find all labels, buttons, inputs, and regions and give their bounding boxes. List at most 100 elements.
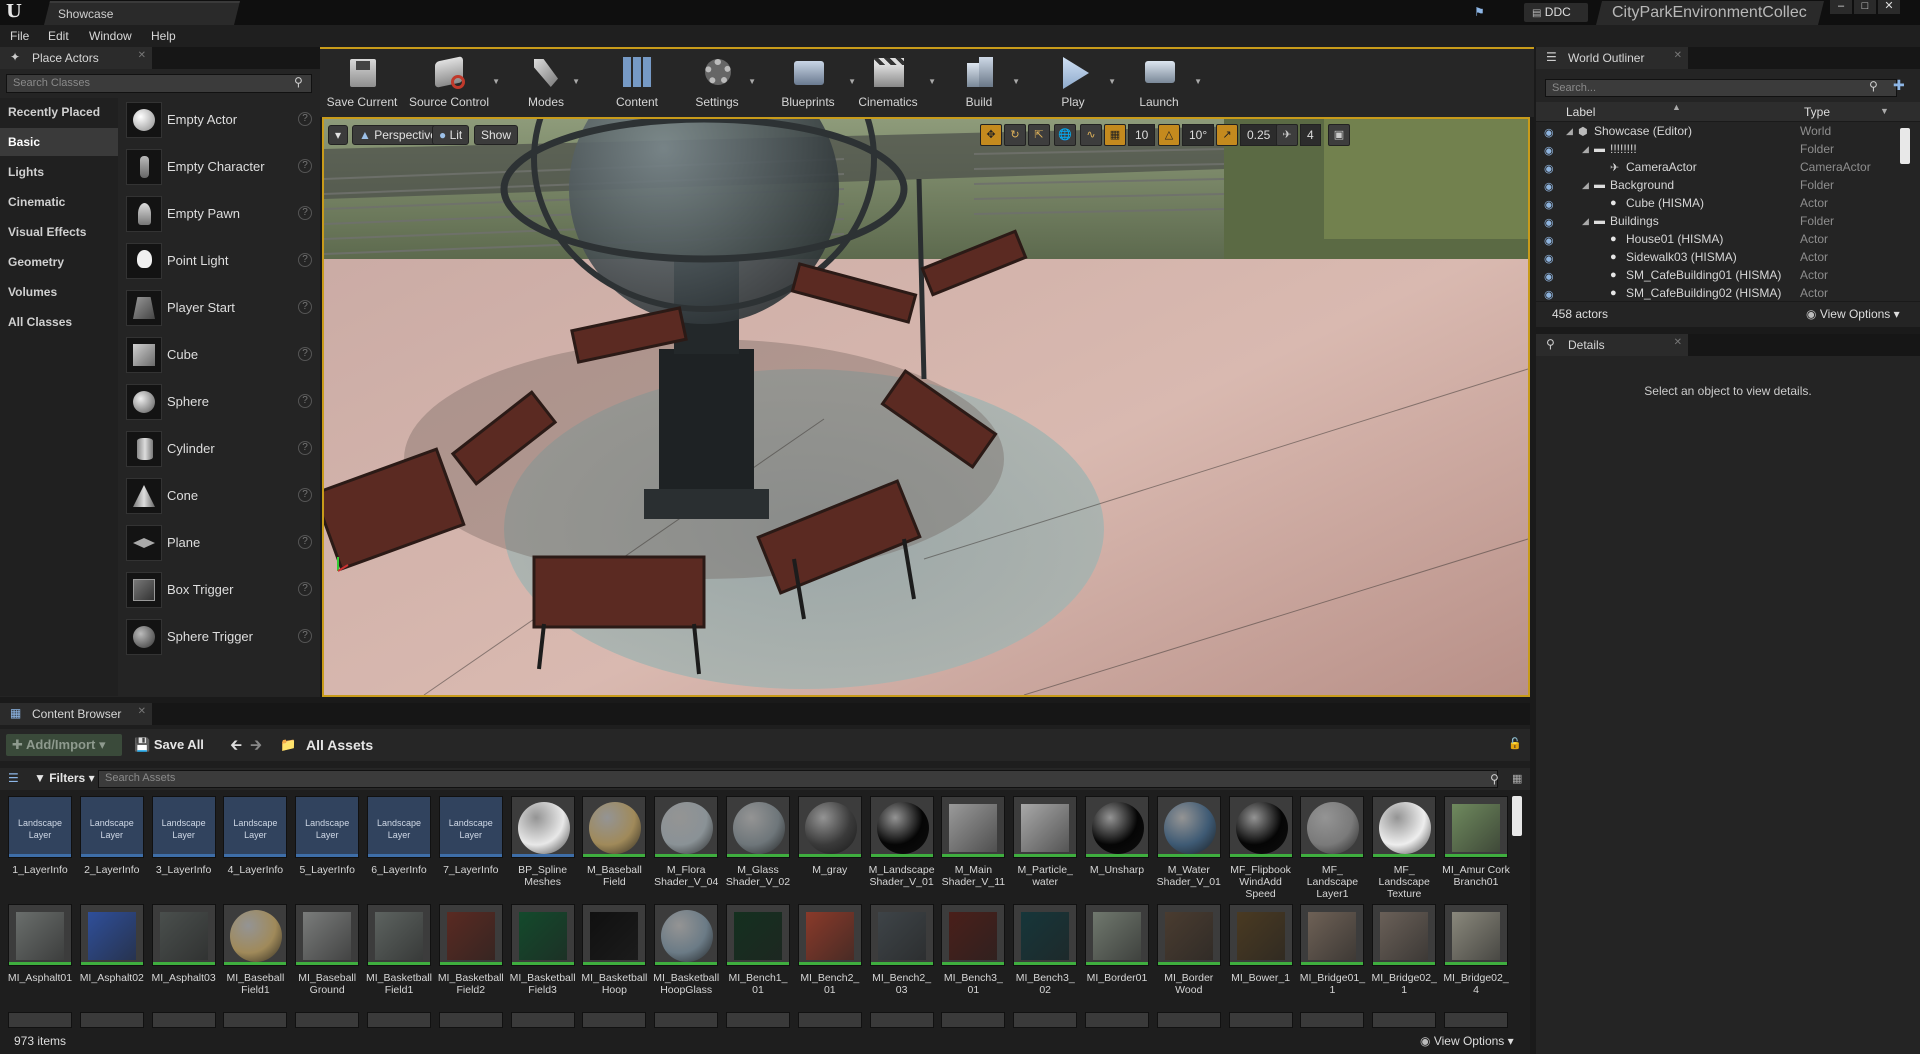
expand-arrow-icon[interactable]: ◢: [1566, 126, 1573, 137]
visibility-eye-icon[interactable]: ◉: [1544, 270, 1554, 283]
asset-tile-partial[interactable]: [941, 1012, 1006, 1028]
sources-toggle-icon[interactable]: ☰: [8, 771, 19, 785]
asset-tile[interactable]: MI_Asphalt02: [78, 904, 146, 984]
chevron-down-icon[interactable]: ▼: [492, 77, 500, 86]
asset-tile-partial[interactable]: [1085, 1012, 1149, 1028]
actor-item-cylinder[interactable]: Cylinder ?: [118, 427, 320, 473]
cinematics-button[interactable]: Cinematics ▼: [850, 51, 936, 117]
chevron-down-icon[interactable]: ▼: [1012, 77, 1020, 86]
asset-tile[interactable]: MI_Bridge01_ 1: [1298, 904, 1366, 996]
asset-tile[interactable]: M_Landscape Shader_V_01: [868, 796, 936, 888]
asset-tile-partial[interactable]: [1156, 1012, 1221, 1028]
visibility-eye-icon[interactable]: ◉: [1544, 198, 1554, 211]
launch-button[interactable]: Launch ▼: [1126, 51, 1202, 117]
asset-tile-partial[interactable]: [79, 1012, 144, 1028]
level-tab[interactable]: Showcase: [44, 1, 240, 25]
settings-button[interactable]: Settings ▼: [684, 51, 756, 117]
asset-tile-partial[interactable]: [797, 1012, 862, 1028]
actor-item-cube[interactable]: Cube ?: [118, 333, 320, 379]
menu-file[interactable]: File: [10, 29, 29, 43]
close-tab-icon[interactable]: ✕: [138, 50, 146, 61]
add-import-button[interactable]: ✚ Add/Import ▾: [6, 734, 122, 756]
asset-tile[interactable]: MI_Asphalt03: [150, 904, 218, 984]
asset-tile[interactable]: MF_ Landscape Layer1: [1298, 796, 1366, 900]
asset-tile[interactable]: M_gray: [796, 796, 864, 876]
chevron-down-icon[interactable]: ▼: [928, 77, 936, 86]
view-options-button[interactable]: ◉ View Options ▾: [1806, 307, 1900, 321]
asset-tile[interactable]: Landscape Layer 4_LayerInfo: [221, 796, 289, 876]
menu-window[interactable]: Window: [89, 29, 132, 43]
visibility-eye-icon[interactable]: ◉: [1544, 162, 1554, 175]
asset-tile-partial[interactable]: [8, 1012, 72, 1028]
actor-item-cone[interactable]: Cone ?: [118, 474, 320, 520]
tab-place-actors[interactable]: ✦ Place Actors ✕: [0, 47, 152, 69]
notification-icon[interactable]: ⚑: [1474, 5, 1488, 19]
column-options-icon[interactable]: ▼: [1880, 106, 1889, 116]
chevron-down-icon[interactable]: ▼: [572, 77, 580, 86]
asset-tile[interactable]: MI_Basketball Field1: [365, 904, 433, 996]
menu-edit[interactable]: Edit: [48, 29, 69, 43]
outliner-row[interactable]: ◉ ◢ ⬢ Showcase (Editor) World: [1536, 124, 1900, 142]
asset-tile-partial[interactable]: [726, 1012, 790, 1028]
close-tab-icon[interactable]: ✕: [1674, 337, 1682, 348]
asset-tile[interactable]: MF_Flipbook WindAdd Speed: [1227, 796, 1295, 900]
minimize-icon[interactable]: –: [1830, 0, 1852, 14]
help-icon[interactable]: ?: [298, 112, 312, 126]
asset-tile[interactable]: MI_Bench3_ 02: [1011, 904, 1079, 996]
asset-tile[interactable]: M_Particle_ water: [1011, 796, 1079, 888]
actor-item-plane[interactable]: Plane ?: [118, 521, 320, 567]
visibility-eye-icon[interactable]: ◉: [1544, 252, 1554, 265]
help-icon[interactable]: ?: [298, 582, 312, 596]
visibility-eye-icon[interactable]: ◉: [1544, 180, 1554, 193]
play-button[interactable]: Play ▼: [1040, 51, 1116, 117]
asset-tile[interactable]: MI_Bridge02_ 1: [1370, 904, 1438, 996]
close-tab-icon[interactable]: ✕: [1674, 50, 1682, 61]
column-label-header[interactable]: Label: [1566, 105, 1595, 119]
asset-tile-partial[interactable]: [223, 1012, 288, 1028]
asset-tile-partial[interactable]: [1013, 1012, 1078, 1028]
search-assets-input[interactable]: Search Assets: [98, 770, 1498, 788]
close-tab-icon[interactable]: ✕: [138, 706, 146, 717]
outliner-row[interactable]: ◉ ◢ ▬ Background Folder: [1536, 178, 1900, 196]
outliner-row[interactable]: ◉ ✈ CameraActor CameraActor: [1536, 160, 1900, 178]
outliner-row[interactable]: ◉ ● Cube (HISMA) Actor: [1536, 196, 1900, 214]
help-icon[interactable]: ?: [298, 535, 312, 549]
asset-tile[interactable]: MI_Border01: [1083, 904, 1151, 984]
save-current-button[interactable]: Save Current: [324, 51, 400, 117]
asset-tile-partial[interactable]: [654, 1012, 719, 1028]
asset-grid-scrollbar[interactable]: [1512, 796, 1522, 836]
outliner-row[interactable]: ◉ ● House01 (HISMA) Actor: [1536, 232, 1900, 250]
cb-view-options-button[interactable]: ◉ View Options ▾: [1420, 1034, 1514, 1048]
asset-tile[interactable]: Landscape Layer 3_LayerInfo: [150, 796, 218, 876]
category-recently-placed[interactable]: Recently Placed: [0, 98, 118, 126]
asset-tile[interactable]: MI_Bench2_ 03: [868, 904, 936, 996]
asset-tile[interactable]: MI_Baseball Field1: [221, 904, 289, 996]
blueprints-button[interactable]: Blueprints ▼: [770, 51, 856, 117]
asset-tile[interactable]: MF_ Landscape Texture: [1370, 796, 1438, 900]
outliner-row[interactable]: ◉ ◢ ▬!!!!!!!! Folder: [1536, 142, 1900, 160]
asset-tile[interactable]: MI_Basketball Hoop: [580, 904, 648, 996]
asset-tile[interactable]: MI_Border Wood: [1155, 904, 1223, 996]
build-button[interactable]: Build ▼: [946, 51, 1020, 117]
expand-arrow-icon[interactable]: ◢: [1582, 180, 1589, 191]
asset-tile[interactable]: Landscape Layer 2_LayerInfo: [78, 796, 146, 876]
help-icon[interactable]: ?: [298, 300, 312, 314]
outliner-row[interactable]: ◉ ● Sidewalk03 (HISMA) Actor: [1536, 250, 1900, 268]
asset-tile[interactable]: MI_Bench3_ 01: [939, 904, 1007, 996]
asset-tile-partial[interactable]: [295, 1012, 360, 1028]
search-icon[interactable]: ⚲: [1869, 79, 1878, 93]
chevron-down-icon[interactable]: ▼: [1194, 77, 1202, 86]
search-classes-input[interactable]: Search Classes: [6, 74, 312, 93]
asset-tile-partial[interactable]: [438, 1012, 503, 1028]
help-icon[interactable]: ?: [298, 441, 312, 455]
outliner-search-input[interactable]: Search...: [1545, 79, 1897, 97]
project-name-tab[interactable]: CityParkEnvironmentCollec: [1596, 1, 1824, 25]
asset-tile-partial[interactable]: [1300, 1012, 1365, 1028]
tab-details[interactable]: ⚲ Details ✕: [1536, 334, 1688, 356]
actor-item-sphere[interactable]: Sphere ?: [118, 380, 320, 426]
asset-tile[interactable]: Landscape Layer 1_LayerInfo: [6, 796, 74, 876]
chevron-down-icon[interactable]: ▼: [748, 77, 756, 86]
menu-help[interactable]: Help: [151, 29, 176, 43]
content-button[interactable]: Content: [604, 51, 670, 117]
lock-icon[interactable]: 🔓: [1508, 737, 1522, 750]
